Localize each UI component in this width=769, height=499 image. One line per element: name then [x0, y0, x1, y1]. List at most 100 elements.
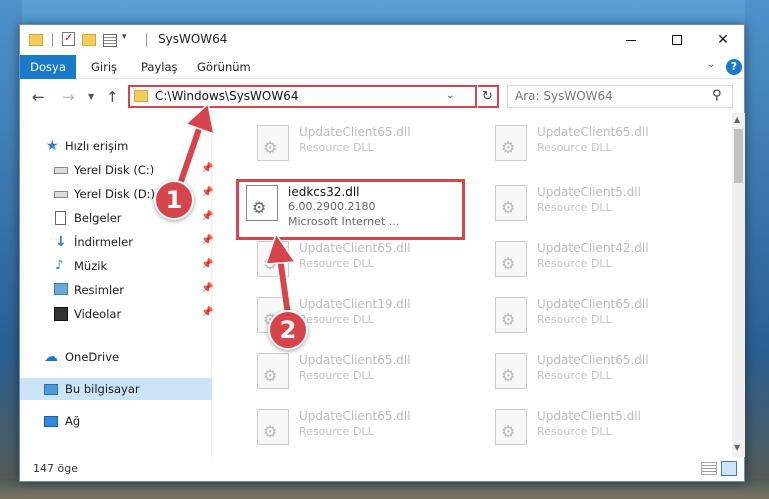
large-icons-view-icon[interactable]: [721, 461, 737, 476]
dll-file-icon: [257, 125, 289, 161]
sidebar-item-quick-access[interactable]: ★ Hızlı erişim: [20, 135, 212, 157]
file-item[interactable]: UpdateClient65.dll Resource DLL: [247, 347, 475, 395]
sidebar-item-label: Resimler: [74, 283, 124, 297]
file-type: Resource DLL: [299, 141, 374, 154]
title-separator: [146, 33, 147, 47]
sidebar-item-label: Yerel Disk (D:): [74, 187, 156, 201]
file-type: Resource DLL: [299, 257, 374, 270]
file-type: Resource DLL: [299, 425, 374, 438]
refresh-button[interactable]: ↻: [478, 85, 499, 108]
file-name: UpdateClient65.dll: [537, 353, 649, 367]
address-bar[interactable]: C:\Windows\SysWOW64 ⌄: [128, 85, 477, 108]
file-name: UpdateClient65.dll: [537, 125, 649, 139]
sidebar-item-music[interactable]: ♪ Müzik 📌: [20, 255, 213, 277]
file-item[interactable]: UpdateClient65.dll Resource DLL: [485, 119, 713, 167]
new-folder-icon[interactable]: [82, 34, 96, 46]
tab-view[interactable]: Görünüm: [197, 55, 251, 79]
tab-home[interactable]: Giriş: [91, 55, 117, 79]
scroll-down-arrow-icon[interactable]: ▼: [734, 443, 740, 452]
tab-share[interactable]: Paylaş: [141, 55, 178, 79]
file-type: Resource DLL: [537, 201, 612, 214]
maximize-icon: [672, 35, 682, 45]
file-name: UpdateClient42.dll: [537, 241, 649, 255]
file-company: Microsoft Internet ...: [288, 215, 400, 228]
drive-icon: [54, 191, 68, 198]
sidebar-item-onedrive[interactable]: ☁ OneDrive: [20, 346, 212, 368]
dll-file-icon: [495, 409, 527, 445]
pin-icon[interactable]: 📌: [201, 259, 213, 270]
sidebar-item-network[interactable]: Ağ: [20, 410, 212, 432]
scrollbar-thumb[interactable]: [734, 129, 743, 183]
music-icon: ♪: [55, 258, 64, 273]
title-bar: ▾ SysWOW64 ✕: [20, 25, 744, 55]
sidebar-item-label: Hızlı erişim: [65, 139, 129, 153]
up-arrow-icon[interactable]: ↑: [106, 88, 119, 106]
folder-icon: [134, 90, 148, 102]
sidebar-item-label: Müzik: [74, 259, 108, 273]
expand-ribbon-chevron-icon[interactable]: ⌄: [707, 59, 715, 70]
file-item[interactable]: UpdateClient65.dll Resource DLL: [247, 403, 475, 451]
properties-icon[interactable]: [103, 34, 117, 47]
sidebar-item-label: Videolar: [74, 307, 122, 321]
file-name: UpdateClient65.dll: [299, 125, 411, 139]
download-icon: ↓: [55, 234, 67, 250]
search-placeholder: Ara: SysWOW64: [515, 89, 613, 103]
search-input[interactable]: Ara: SysWOW64 ⚲: [507, 85, 733, 108]
sidebar-item-label: Ağ: [65, 414, 81, 428]
close-button[interactable]: ✕: [700, 25, 746, 55]
sidebar-item-pictures[interactable]: Resimler 📌: [20, 279, 213, 301]
recent-locations-chevron-icon[interactable]: ▼: [88, 92, 94, 101]
sidebar-item-label: Belgeler: [74, 211, 122, 225]
dll-file-icon: [257, 241, 289, 277]
address-history-chevron-icon[interactable]: ⌄: [446, 90, 454, 101]
pictures-icon: [54, 283, 68, 295]
back-arrow-icon[interactable]: ←: [32, 88, 45, 106]
minimize-icon: [626, 39, 636, 41]
dll-file-icon: [257, 409, 289, 445]
address-path[interactable]: C:\Windows\SysWOW64: [155, 89, 299, 103]
file-item-selected[interactable]: iedkcs32.dll 6.00.2900.2180 Microsoft In…: [236, 179, 465, 240]
pin-icon[interactable]: 📌: [201, 211, 213, 222]
file-item[interactable]: UpdateClient65.dll Resource DLL: [485, 347, 713, 395]
desktop-background-bottom: [0, 479, 769, 499]
file-item[interactable]: UpdateClient42.dll Resource DLL: [485, 235, 713, 283]
file-item[interactable]: UpdateClient5.dll Resource DLL: [485, 403, 713, 451]
address-row: ← → ▼ ↑ C:\Windows\SysWOW64 ⌄ ↻ Ara: Sys…: [20, 81, 744, 113]
properties-check-icon[interactable]: [62, 31, 75, 46]
window-title: SysWOW64: [158, 32, 228, 46]
sidebar-item-label: OneDrive: [65, 350, 120, 364]
search-icon[interactable]: ⚲: [712, 88, 722, 103]
vertical-scrollbar[interactable]: ▲ ▼: [732, 113, 745, 457]
sidebar-item-downloads[interactable]: ↓ İndirmeler 📌: [20, 231, 213, 253]
minimize-button[interactable]: [608, 25, 654, 55]
customize-toolbar-chevron-icon[interactable]: ▾: [122, 32, 127, 48]
pin-icon[interactable]: 📌: [201, 163, 213, 174]
details-view-icon[interactable]: [701, 462, 717, 475]
forward-arrow-icon[interactable]: →: [62, 88, 75, 106]
star-icon: ★: [46, 138, 59, 154]
dll-file-icon: [495, 353, 527, 389]
sidebar-item-videos[interactable]: Videolar 📌: [20, 303, 213, 325]
maximize-button[interactable]: [654, 25, 700, 55]
file-name: UpdateClient65.dll: [299, 353, 411, 367]
help-icon[interactable]: ?: [726, 59, 742, 75]
tab-file[interactable]: Dosya: [20, 55, 76, 79]
pin-icon[interactable]: 📌: [201, 235, 213, 246]
sidebar-item-label: Yerel Disk (C:): [74, 163, 155, 177]
network-icon: [44, 416, 58, 427]
item-count: 147 öge: [33, 462, 78, 475]
sidebar-item-local-disk-c[interactable]: Yerel Disk (C:) 📌: [20, 159, 213, 181]
file-name: UpdateClient19.dll: [299, 297, 411, 311]
pin-icon[interactable]: 📌: [201, 283, 213, 294]
file-item[interactable]: UpdateClient65.dll Resource DLL: [247, 119, 475, 167]
pin-icon[interactable]: 📌: [201, 187, 213, 198]
pin-icon[interactable]: 📌: [201, 307, 213, 318]
file-name: UpdateClient5.dll: [537, 185, 641, 199]
file-item[interactable]: UpdateClient5.dll Resource DLL: [485, 179, 713, 227]
file-type: Resource DLL: [299, 369, 374, 382]
scroll-up-arrow-icon[interactable]: ▲: [734, 115, 740, 124]
file-version: 6.00.2900.2180: [288, 200, 376, 213]
sidebar-item-this-pc[interactable]: Bu bilgisayar: [20, 378, 212, 400]
file-item[interactable]: UpdateClient65.dll Resource DLL: [485, 291, 713, 339]
file-item[interactable]: UpdateClient65.dll Resource DLL: [247, 235, 475, 283]
